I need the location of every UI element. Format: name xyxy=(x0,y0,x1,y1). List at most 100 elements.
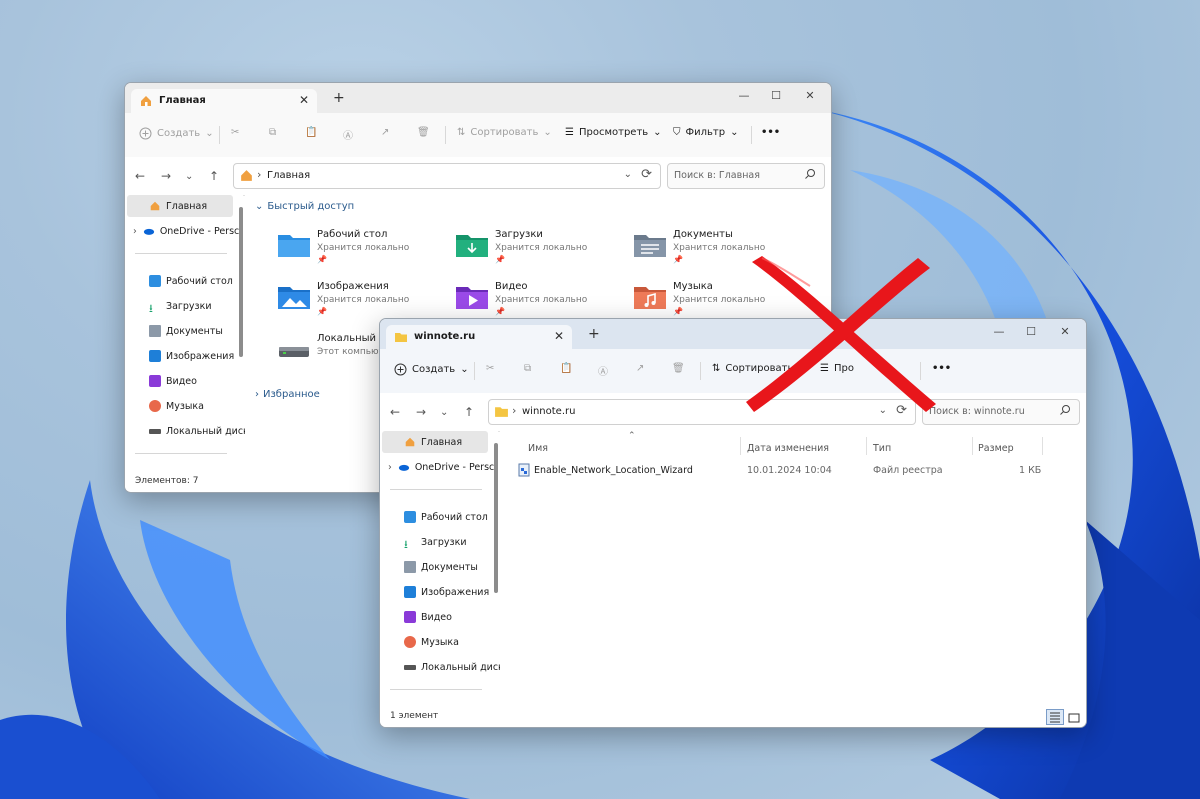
delete-icon[interactable]: 🗑 xyxy=(672,363,685,374)
back-button[interactable]: ← xyxy=(390,405,400,419)
table-row[interactable]: Enable_Network_Location_Wizard 10.01.202… xyxy=(514,459,1054,481)
pin-icon: 📌 xyxy=(673,255,683,264)
address-dropdown[interactable]: ⌄ xyxy=(624,169,632,180)
close-window-button[interactable]: ✕ xyxy=(1050,325,1080,338)
document-icon xyxy=(404,561,416,573)
sidebar-item-downloads[interactable]: ⭳ Загрузки📌 xyxy=(380,531,512,553)
favorites-header[interactable]: › Избранное xyxy=(255,389,320,400)
sidebar-scrollbar[interactable] xyxy=(494,443,498,593)
cut-icon[interactable]: ✂ xyxy=(486,363,494,374)
plus-circle-icon xyxy=(139,127,152,140)
filter-label: Фильтр xyxy=(685,127,726,138)
drive-icon xyxy=(149,428,161,434)
quick-access-header[interactable]: ⌄ Быстрый доступ xyxy=(255,201,354,212)
close-tab-icon[interactable]: ✕ xyxy=(299,93,309,107)
paste-icon[interactable]: 📋 xyxy=(560,363,572,374)
new-tab-button[interactable]: + xyxy=(588,326,600,342)
tab-bar: Главная ✕ + — ☐ ✕ xyxy=(125,83,831,113)
sidebar-item-videos[interactable]: Видео📌 xyxy=(125,370,257,392)
item-name: Изображения xyxy=(317,281,389,292)
details-view-icon[interactable] xyxy=(1046,709,1064,725)
close-tab-icon[interactable]: ✕ xyxy=(554,329,564,343)
explorer-window-winnote: winnote.ru ✕ + — ☐ ✕ Создать ⌄ ✂ ⧉ 📋 Ⓐ ↗ … xyxy=(379,318,1087,728)
address-bar[interactable]: › Главная ⌄ ⟳ xyxy=(233,163,661,189)
filter-button[interactable]: ⛉ Фильтр ⌄ xyxy=(673,127,738,138)
file-size: 1 КБ xyxy=(1019,465,1042,476)
sidebar-label: Рабочий стол xyxy=(166,275,233,287)
quick-item-desktop[interactable]: Рабочий стол Хранится локально 📌 xyxy=(277,225,447,273)
pin-icon: 📌 xyxy=(495,307,505,316)
search-input[interactable]: Поиск в: Главная xyxy=(667,163,825,189)
recent-dropdown[interactable]: ⌄ xyxy=(440,407,448,418)
sidebar-item-local-disk[interactable]: Локальный диск xyxy=(125,420,257,442)
sidebar-item-desktop[interactable]: Рабочий стол📌 xyxy=(125,270,257,292)
sidebar-item-videos[interactable]: Видео📌 xyxy=(380,606,512,628)
column-header-type[interactable]: Тип xyxy=(873,443,891,454)
forward-button[interactable]: → xyxy=(161,169,171,183)
paste-icon[interactable]: 📋 xyxy=(305,127,317,138)
create-button[interactable]: Создать ⌄ xyxy=(139,127,214,140)
sidebar-scrollbar[interactable] xyxy=(239,207,243,357)
sidebar-item-home[interactable]: Главная xyxy=(382,431,488,453)
navigation-pane: Главная › OneDrive - Persc Рабочий стол📌… xyxy=(380,431,510,707)
delete-icon[interactable]: 🗑 xyxy=(417,127,430,138)
column-header-date[interactable]: Дата изменения xyxy=(747,443,829,454)
up-button[interactable]: ↑ xyxy=(209,169,219,183)
music-folder-icon xyxy=(634,287,666,309)
search-placeholder: Поиск в: Главная xyxy=(674,170,760,181)
videos-folder-icon xyxy=(456,287,488,309)
create-button[interactable]: Создать ⌄ xyxy=(394,363,469,376)
rename-icon[interactable]: Ⓐ xyxy=(343,127,353,142)
view-button[interactable]: ☰ Просмотреть ⌄ xyxy=(565,127,662,138)
video-icon xyxy=(404,611,416,623)
sidebar-label: Главная xyxy=(166,200,208,212)
forward-button[interactable]: → xyxy=(416,405,426,419)
tab-home[interactable]: Главная ✕ xyxy=(131,89,317,113)
copy-icon[interactable]: ⧉ xyxy=(524,363,531,374)
share-icon[interactable]: ↗ xyxy=(636,363,644,374)
up-button[interactable]: ↑ xyxy=(464,405,474,419)
sidebar-item-onedrive[interactable]: › OneDrive - Persc xyxy=(125,220,241,242)
maximize-button[interactable]: ☐ xyxy=(1016,325,1046,338)
sidebar-item-music[interactable]: Музыка📌 xyxy=(380,631,512,653)
sidebar-item-documents[interactable]: Документы📌 xyxy=(125,320,257,342)
pin-icon: 📌 xyxy=(673,307,683,316)
file-date: 10.01.2024 10:04 xyxy=(747,465,832,476)
sidebar-item-documents[interactable]: Документы📌 xyxy=(380,556,512,578)
sidebar-item-desktop[interactable]: Рабочий стол📌 xyxy=(380,506,512,528)
sidebar-item-onedrive[interactable]: › OneDrive - Persc xyxy=(380,456,496,478)
more-options-button[interactable]: ••• xyxy=(761,127,780,138)
column-header-name[interactable]: Имя xyxy=(528,443,548,454)
sidebar-label: Локальный диск xyxy=(421,661,504,673)
minimize-button[interactable]: — xyxy=(729,89,759,102)
search-input[interactable]: Поиск в: winnote.ru xyxy=(922,399,1080,425)
sidebar-item-local-disk[interactable]: Локальный диск xyxy=(380,656,512,678)
quick-access-label: Быстрый доступ xyxy=(267,201,355,212)
column-header-size[interactable]: Размер xyxy=(978,443,1014,454)
home-icon xyxy=(405,437,415,447)
sidebar-item-home[interactable]: Главная xyxy=(127,195,233,217)
sidebar-item-pictures[interactable]: Изображения📌 xyxy=(125,345,257,367)
rename-icon[interactable]: Ⓐ xyxy=(598,363,608,378)
tab-winnote[interactable]: winnote.ru ✕ xyxy=(386,325,572,349)
tiles-view-icon[interactable] xyxy=(1066,711,1082,725)
expand-chevron-icon: › xyxy=(388,461,392,473)
quick-item-downloads[interactable]: Загрузки Хранится локально 📌 xyxy=(455,225,625,273)
new-tab-button[interactable]: + xyxy=(333,90,345,106)
item-name: Видео xyxy=(495,281,528,292)
maximize-button[interactable]: ☐ xyxy=(761,89,791,102)
music-icon xyxy=(149,400,161,412)
recent-dropdown[interactable]: ⌄ xyxy=(185,171,193,182)
cut-icon[interactable]: ✂ xyxy=(231,127,239,138)
share-icon[interactable]: ↗ xyxy=(381,127,389,138)
copy-icon[interactable]: ⧉ xyxy=(269,127,276,138)
sidebar-item-downloads[interactable]: ⭳ Загрузки📌 xyxy=(125,295,257,317)
back-button[interactable]: ← xyxy=(135,169,145,183)
close-window-button[interactable]: ✕ xyxy=(795,89,825,102)
sidebar-item-music[interactable]: Музыка📌 xyxy=(125,395,257,417)
sort-button[interactable]: ⇅ Сортировать ⌄ xyxy=(457,127,552,138)
item-name: Документы xyxy=(673,229,733,240)
refresh-icon[interactable]: ⟳ xyxy=(641,167,652,182)
minimize-button[interactable]: — xyxy=(984,325,1014,338)
sidebar-item-pictures[interactable]: Изображения📌 xyxy=(380,581,512,603)
